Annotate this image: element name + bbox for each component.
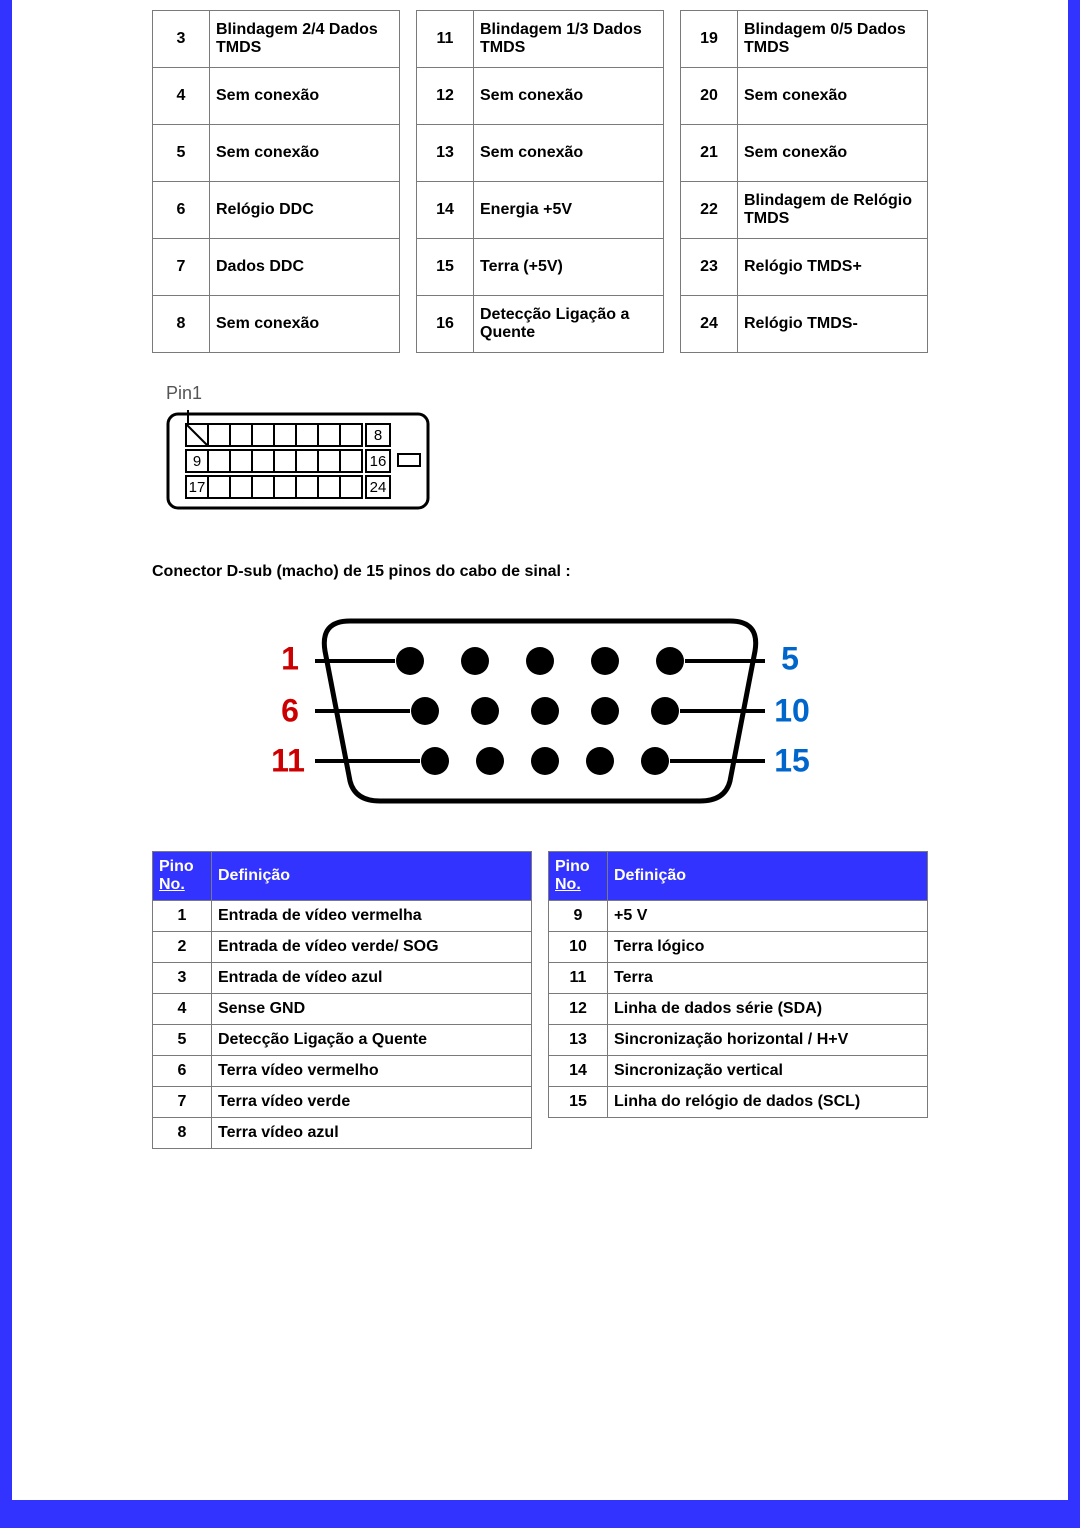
pin-number: 3 — [153, 11, 210, 68]
pin1-label: Pin1 — [166, 383, 928, 404]
svg-text:16: 16 — [370, 453, 387, 470]
col-definicao: Definição — [212, 852, 532, 901]
dvi-pin-table: 3Blindagem 2/4 Dados TMDS 4Sem conexão 5… — [152, 10, 928, 353]
svg-text:10: 10 — [774, 692, 810, 728]
vga-pin-definitions: PinoNo. Definição 1Entrada de vídeo verm… — [152, 851, 928, 1149]
svg-text:17: 17 — [189, 479, 206, 496]
svg-text:24: 24 — [370, 479, 387, 496]
svg-text:1: 1 — [281, 640, 299, 676]
col-pino-no: PinoNo. — [153, 852, 212, 901]
vga-connector-diagram: 1 6 11 5 10 15 — [260, 601, 820, 821]
svg-text:11: 11 — [271, 742, 305, 778]
svg-text:15: 15 — [774, 742, 810, 778]
svg-text:5: 5 — [781, 640, 799, 676]
dvi-connector-diagram: 8 16 24 9 17 — [166, 408, 506, 518]
svg-text:8: 8 — [374, 427, 382, 444]
svg-text:9: 9 — [193, 453, 201, 470]
svg-text:6: 6 — [281, 692, 299, 728]
dsub-caption: Conector D-sub (macho) de 15 pinos do ca… — [152, 563, 928, 581]
pin-desc: Blindagem 2/4 Dados TMDS — [210, 11, 400, 68]
